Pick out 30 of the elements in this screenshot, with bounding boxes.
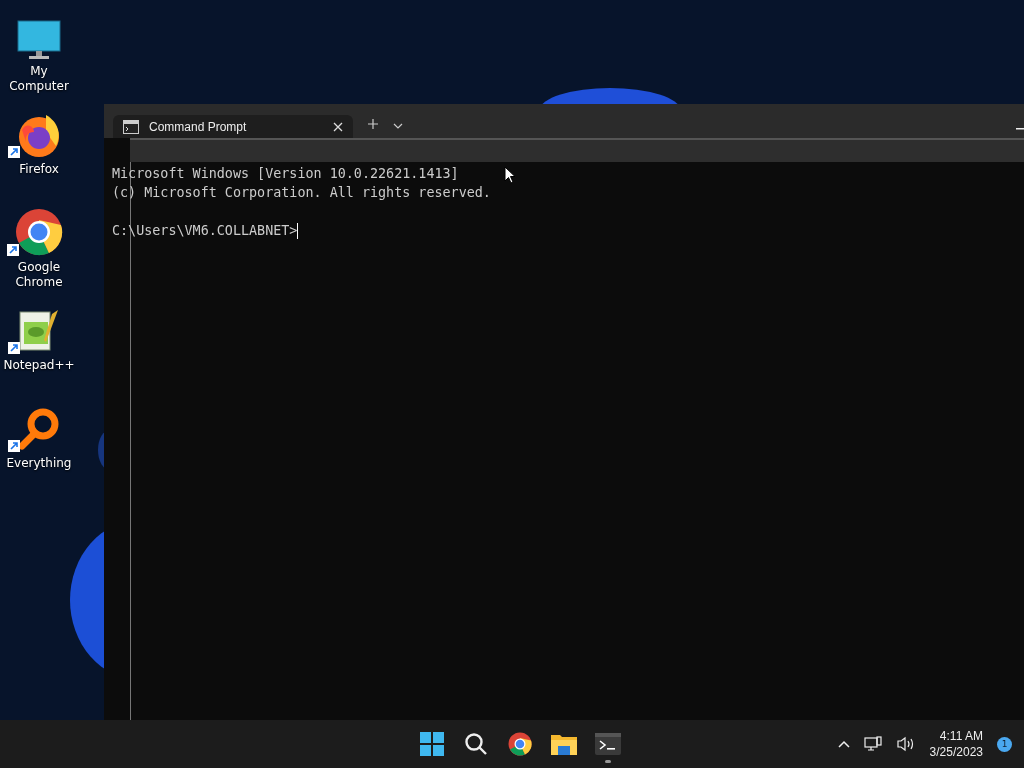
speaker-icon[interactable] (895, 736, 916, 752)
command-prompt: C:\Users\VM6.COLLABNET> (112, 223, 298, 238)
mouse-pointer-icon (504, 166, 516, 184)
clock-date[interactable]: 3/25/2023 (929, 744, 983, 760)
desktop-icon-label[interactable]: Google Chrome (0, 260, 78, 290)
notification-badge[interactable]: 1 (997, 736, 1012, 752)
chrome-icon[interactable] (15, 208, 63, 256)
chrome-icon[interactable] (508, 732, 532, 756)
terminal-tab[interactable]: Command Prompt (113, 115, 353, 138)
desktop-icon-label[interactable]: My Computer (0, 64, 78, 94)
start-icon[interactable] (420, 732, 444, 756)
console-icon (123, 119, 139, 134)
desktop-icon-label[interactable]: Firefox (19, 162, 59, 177)
folder-icon[interactable] (551, 733, 577, 755)
dropdown-caret-icon[interactable] (393, 122, 403, 130)
terminal-line: Microsoft Windows [Version 10.0.22621.1413] (112, 166, 459, 181)
desktop-icon-label[interactable]: Everything (6, 456, 72, 471)
close-icon[interactable] (333, 121, 343, 132)
terminal-icon[interactable] (595, 733, 621, 755)
minimize-icon[interactable] (1016, 128, 1024, 130)
chevron-up-icon[interactable] (837, 740, 850, 748)
new-tab-icon[interactable] (367, 118, 379, 130)
terminal-line: (c) Microsoft Corporation. All rights reserved. (112, 185, 491, 200)
network-icon[interactable] (863, 736, 882, 752)
desktop-icon-label[interactable]: Notepad++ (3, 358, 75, 373)
search-icon[interactable] (464, 732, 488, 756)
fox-globe-icon[interactable] (16, 112, 62, 158)
text-cursor (297, 223, 299, 239)
clock-time[interactable]: 4:11 AM (939, 728, 983, 744)
monitor-icon[interactable] (17, 20, 61, 60)
